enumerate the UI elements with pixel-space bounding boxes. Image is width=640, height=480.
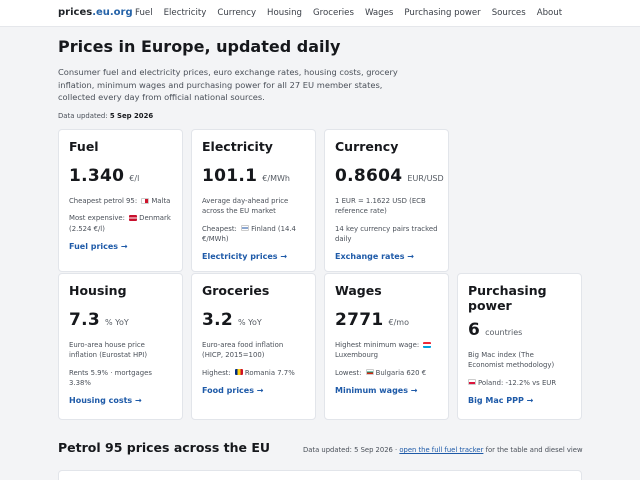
housing-note: Euro-area house price inflation (Eurosta… [69,341,148,360]
card-title: Currency [335,139,399,154]
highest-label: Highest: [202,368,231,377]
groceries-note: Euro-area food inflation (HICP, 2015=100… [202,341,284,360]
section-note: Data updated: 5 Sep 2026 · open the full… [303,446,583,454]
nav-groceries[interactable]: Groceries [313,8,354,18]
brand-name: prices [58,7,93,18]
brand-tld: .eu.org [92,7,133,18]
denmark-flag-icon [129,214,138,221]
currency-card: Currency 0.8604 EUR/USD 1 EUR = 1.1622 US… [324,129,449,272]
finland-flag-icon [241,225,250,232]
section-content-panel [58,470,582,480]
data-updated: Data updated: 5 Sep 2026 [58,112,153,120]
ppp-country-text: Poland: -12.2% vs EUR [478,378,557,387]
electricity-prices-link[interactable]: Electricity prices → [202,252,305,261]
page-title: Prices in Europe, updated daily [58,37,341,56]
section-title: Petrol 95 prices across the EU [58,440,271,455]
section-note-suffix: for the table and diesel view [485,446,583,454]
electricity-note: Average day-ahead price across the EU ma… [202,197,289,216]
bulgaria-flag-icon [365,369,374,376]
nav-electricity[interactable]: Electricity [164,8,207,18]
card-title: Fuel [69,139,99,154]
luxembourg-flag-icon [423,341,432,348]
intro-text: Consumer fuel and electricity prices, eu… [58,67,398,103]
purchasing-power-card: Purchasing power 6 countries Big Mac inde… [457,273,582,420]
top-navigation-bar: prices.eu.org Fuel Electricity Currency … [0,0,640,27]
groceries-value: 3.2 [202,310,234,330]
currency-unit: EUR/USD [407,174,444,183]
ppp-note: Big Mac index (The Economist methodology… [468,351,555,370]
site-logo-link[interactable]: prices.eu.org [58,7,133,18]
housing-value: 7.3 [69,310,101,330]
ppp-country: Poland: -12.2% vs EUR [468,378,571,388]
main-nav: Fuel Electricity Currency Housing Grocer… [135,8,562,18]
housing-card: Housing 7.3 % YoY Euro-area house price i… [58,273,183,420]
groceries-unit: % YoY [238,318,262,327]
wages-unit: €/mo [388,318,409,327]
currency-note: 1 EUR = 1.1622 USD (ECB reference rate) [335,197,426,216]
highest-country: Luxembourg [335,351,378,360]
currency-value: 0.8604 [335,166,403,186]
lowest-label: Lowest: [335,368,362,377]
card-title: Electricity [202,139,273,154]
nav-currency[interactable]: Currency [217,8,256,18]
electricity-cheapest: Cheapest: Finland (14.4 €/MWh) [202,224,305,245]
groceries-card: Groceries 3.2 % YoY Euro-area food inflat… [191,273,316,420]
card-title: Groceries [202,283,270,298]
electricity-value: 101.1 [202,166,258,186]
section-note-prefix: Data updated: 5 Sep 2026 · [303,446,398,454]
food-prices-link[interactable]: Food prices → [202,386,305,395]
fuel-tracker-link[interactable]: open the full fuel tracker [399,446,483,454]
fuel-prices-link[interactable]: Fuel prices → [69,242,172,251]
big-mac-ppp-link[interactable]: Big Mac PPP → [468,396,571,405]
wages-lowest: Lowest: Bulgaria 620 € [335,368,438,378]
cheapest-country: Malta [151,197,171,205]
fuel-cheapest: Cheapest petrol 95: Malta [69,196,172,206]
nav-sources[interactable]: Sources [492,8,526,18]
housing-costs-link[interactable]: Housing costs → [69,396,172,405]
expensive-country: Denmark [139,214,171,223]
housing-rents: Rents 5.9% · mortgages 3.38% [69,368,152,387]
fuel-most-expensive: Most expensive: Denmark (2.524 €/l) [69,213,172,234]
electricity-unit: €/MWh [262,174,290,183]
card-title: Housing [69,283,127,298]
nav-housing[interactable]: Housing [267,8,302,18]
poland-flag-icon [468,379,476,386]
wages-card: Wages 2771 €/mo Highest minimum wage: Lux… [324,273,449,420]
electricity-card: Electricity 101.1 €/MWh Average day-ahead… [191,129,316,272]
wages-highest: Highest minimum wage: Luxembourg [335,340,438,361]
currency-note-pairs: 14 key currency pairs tracked daily [335,224,438,243]
ppp-value: 6 [468,320,481,340]
nav-about[interactable]: About [537,8,562,18]
groceries-highest: Highest: Romania 7.7% [202,368,305,378]
card-title: Wages [335,283,382,298]
expensive-label: Most expensive: [69,214,125,223]
highest-country: Romania 7.7% [244,368,295,377]
romania-flag-icon [234,369,243,376]
cheapest-label: Cheapest petrol 95: [69,197,138,205]
fuel-unit: €/l [129,174,140,183]
minimum-wages-link[interactable]: Minimum wages → [335,386,438,395]
housing-unit: % YoY [105,318,129,327]
nav-purchasing-power[interactable]: Purchasing power [404,8,480,18]
cheapest-label: Cheapest: [202,224,237,233]
lowest-country: Bulgaria 620 € [375,368,427,377]
fuel-value: 1.340 [69,166,125,186]
expensive-value: (2.524 €/l) [69,224,105,233]
exchange-rates-link[interactable]: Exchange rates → [335,252,438,261]
nav-wages[interactable]: Wages [365,8,393,18]
highest-label: Highest minimum wage: [335,341,420,349]
wages-value: 2771 [335,310,384,330]
fuel-card: Fuel 1.340 €/l Cheapest petrol 95: Malta … [58,129,183,272]
nav-fuel[interactable]: Fuel [135,8,153,18]
malta-flag-icon [141,197,150,204]
card-title: Purchasing power [468,283,547,313]
updated-label: Data updated: [58,112,108,120]
updated-date: 5 Sep 2026 [109,112,154,120]
ppp-unit: countries [485,328,523,337]
